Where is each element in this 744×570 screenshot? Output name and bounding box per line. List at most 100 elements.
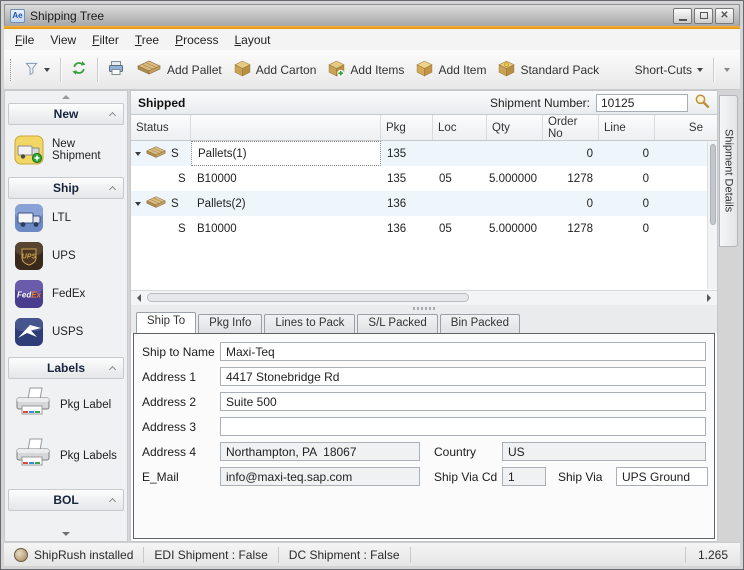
add-items-label: Add Items (350, 62, 405, 77)
filter-button[interactable] (18, 57, 56, 83)
expand-arrow-icon[interactable] (135, 202, 141, 209)
minimize-button[interactable] (673, 7, 692, 24)
email-label: E_Mail (142, 469, 179, 484)
table-row[interactable]: S B10000 135 05 5.000000 1278 0 (131, 166, 717, 191)
add-item-button[interactable]: Add Item (410, 56, 492, 84)
tab-sl-packed[interactable]: S/L Packed (357, 314, 438, 333)
column-header-loc[interactable]: Loc (433, 115, 487, 140)
sidebar-item-new-shipment[interactable]: New Shipment (5, 125, 127, 175)
refresh-button[interactable] (65, 56, 93, 83)
scroll-right-arrow[interactable] (702, 291, 717, 305)
sidebar-group-new[interactable]: New (8, 103, 124, 125)
address1-field[interactable] (220, 367, 706, 386)
standard-pack-button[interactable]: Standard Pack (492, 56, 605, 84)
country-label: Country (434, 444, 477, 459)
printer-icon (108, 60, 124, 79)
edi-status-text: EDI Shipment : False (154, 547, 268, 562)
menu-layout[interactable]: Layout (226, 31, 278, 49)
column-header-qty[interactable]: Qty (487, 115, 543, 140)
grid-header-row: Status Pkg Loc Qty Order No Line Se (131, 115, 717, 141)
tab-lines-to-pack[interactable]: Lines to Pack (264, 314, 356, 333)
column-header-pkg[interactable]: Pkg (381, 115, 433, 140)
sidebar-item-pkg-label[interactable]: Pkg Label (5, 379, 127, 430)
address2-field[interactable] (220, 392, 706, 411)
vertical-scroll-thumb[interactable] (709, 144, 716, 225)
sidebar-group-ship[interactable]: Ship (8, 177, 124, 199)
detail-tabs: Ship To Pkg Info Lines to Pack S/L Packe… (131, 312, 717, 333)
print-button[interactable] (102, 56, 130, 83)
tab-pkg-info[interactable]: Pkg Info (198, 314, 263, 333)
menu-tree[interactable]: Tree (127, 31, 167, 49)
column-header-se[interactable]: Se (655, 115, 717, 140)
toolbar-separator (713, 57, 714, 82)
shiprush-status-text: ShipRush installed (34, 547, 134, 562)
shortcuts-button[interactable]: Short-Cuts (629, 59, 709, 81)
panel-splitter[interactable] (131, 305, 717, 312)
table-row[interactable]: S B10000 136 05 5.000000 1278 0 (131, 216, 717, 241)
column-header-order-no[interactable]: Order No (543, 115, 599, 140)
add-pallet-button[interactable]: Add Pallet (130, 55, 228, 84)
toolbar-grip[interactable] (10, 58, 13, 81)
pallet-icon (145, 195, 167, 213)
address1-label: Address 1 (142, 369, 197, 384)
menu-filter[interactable]: Filter (84, 31, 127, 49)
shipment-number-label: Shipment Number: (489, 95, 590, 110)
email-field[interactable] (220, 467, 420, 486)
address2-label: Address 2 (142, 394, 197, 409)
sidebar-item-ups[interactable]: UPS UPS (5, 237, 127, 275)
menu-file[interactable]: File (7, 31, 42, 49)
ship-via-cd-field[interactable] (502, 467, 546, 486)
tab-ship-to[interactable]: Ship To (136, 312, 197, 333)
table-row[interactable]: S Pallets(1) 135 0 0 (131, 141, 717, 166)
menu-view[interactable]: View (42, 31, 84, 49)
country-field[interactable] (502, 442, 706, 461)
usps-label: USPS (52, 326, 84, 338)
table-row[interactable]: S Pallets(2) 136 0 0 (131, 191, 717, 216)
sidebar-group-labels[interactable]: Labels (8, 357, 124, 379)
horizontal-scroll-thumb[interactable] (147, 293, 470, 302)
status-value: S (178, 172, 186, 185)
search-magnifier-icon[interactable] (694, 93, 710, 112)
expand-arrow-icon[interactable] (135, 152, 141, 159)
column-header-line[interactable]: Line (599, 115, 655, 140)
grid-vertical-scrollbar[interactable] (707, 142, 717, 289)
column-header-status[interactable]: Status (131, 115, 191, 140)
column-header-name[interactable] (191, 115, 381, 140)
pkg-labels-printer-icon (14, 438, 52, 473)
sidebar-group-bol[interactable]: BOL (8, 489, 124, 511)
sidebar-item-usps[interactable]: USPS (5, 313, 127, 351)
row-name-cell: B10000 (197, 172, 237, 185)
add-carton-button[interactable]: Add Carton (228, 56, 323, 84)
toolbar-overflow-button[interactable] (718, 62, 736, 77)
ship-to-name-field[interactable] (220, 342, 706, 361)
fedex-logo-icon: FedEx (14, 279, 44, 309)
shipped-panel-header: Shipped Shipment Number: (131, 91, 717, 115)
add-items-button[interactable]: Add Items (322, 56, 410, 84)
close-button[interactable]: ✕ (715, 7, 734, 24)
grid-horizontal-scrollbar[interactable] (131, 290, 717, 305)
address4-field[interactable] (220, 442, 420, 461)
row-name-cell: Pallets(2) (197, 197, 246, 210)
sidebar-item-pkg-labels[interactable]: Pkg Labels (5, 430, 127, 481)
shiprush-status: ShipRush installed (4, 546, 145, 563)
main-wrap: Shipped Shipment Number: Status Pk (128, 90, 718, 542)
sidebar-scroll-up[interactable] (5, 91, 127, 101)
form-row: Address 3 (142, 416, 706, 437)
sidebar-scroll-down[interactable] (5, 529, 127, 540)
shipment-number-input[interactable] (596, 93, 688, 112)
row-name-cell[interactable]: Pallets(1) (191, 141, 381, 166)
ship-via-field[interactable] (616, 467, 708, 486)
row-loc-cell: 05 (439, 222, 452, 235)
shipment-details-tab[interactable]: Shipment Details (719, 95, 738, 247)
address3-field[interactable] (220, 417, 706, 436)
dc-status-text: DC Shipment : False (288, 547, 400, 562)
scroll-left-arrow[interactable] (131, 291, 146, 305)
tab-bin-packed[interactable]: Bin Packed (439, 314, 520, 333)
menu-process[interactable]: Process (167, 31, 226, 49)
sidebar-item-fedex[interactable]: FedEx FedEx (5, 275, 127, 313)
edi-shipment-status: EDI Shipment : False (144, 546, 279, 563)
row-line-cell: 0 (642, 222, 649, 235)
maximize-button[interactable] (694, 7, 713, 24)
ltl-label: LTL (52, 212, 71, 224)
sidebar-item-ltl[interactable]: LTL (5, 199, 127, 237)
